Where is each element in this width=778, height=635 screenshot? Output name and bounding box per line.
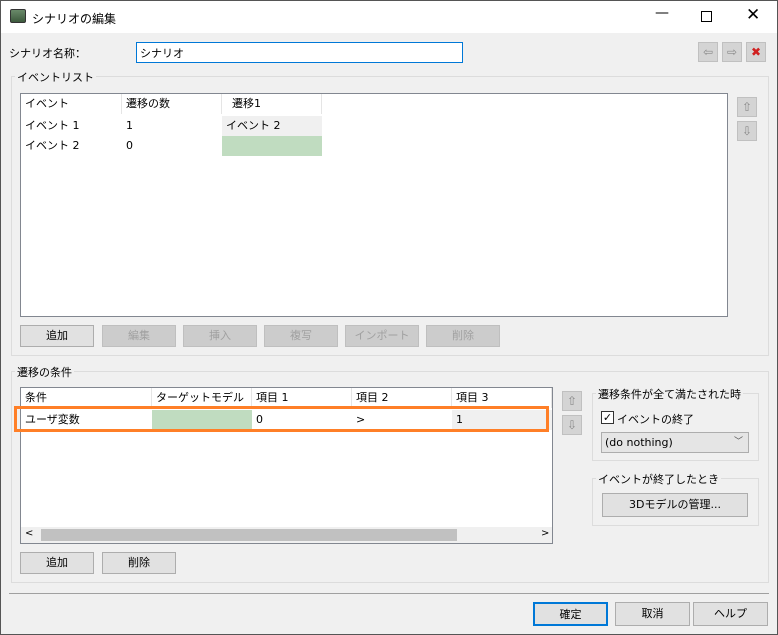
column-header[interactable]: 項目 2: [352, 388, 452, 408]
table-cell[interactable]: イベント 1: [21, 116, 122, 136]
copy-event-button[interactable]: 複写: [264, 325, 338, 347]
condition-up-button[interactable]: ⇧: [562, 391, 582, 411]
prev-arrow-button[interactable]: ⇦: [698, 42, 718, 62]
next-arrow-button[interactable]: ⇨: [722, 42, 742, 62]
column-header[interactable]: 項目 1: [252, 388, 352, 408]
column-header[interactable]: 遷移1: [222, 94, 322, 114]
scroll-right-icon[interactable]: >: [541, 528, 549, 539]
scrollbar-thumb[interactable]: [41, 529, 457, 541]
column-header[interactable]: 遷移の数: [122, 94, 222, 114]
add-condition-button[interactable]: 追加: [20, 552, 94, 574]
conditions-legend: 遷移の条件: [15, 364, 74, 380]
maximize-button[interactable]: [701, 11, 712, 22]
delete-event-button[interactable]: 削除: [426, 325, 500, 347]
action-select[interactable]: (do nothing) ﹀: [601, 432, 749, 453]
table-cell[interactable]: [222, 136, 322, 156]
column-header[interactable]: 条件: [21, 388, 152, 408]
add-event-button[interactable]: 追加: [20, 325, 94, 347]
all-met-legend: 遷移条件が全て満たされた時: [596, 386, 743, 402]
title-bar: シナリオの編集 — ✕: [1, 1, 777, 33]
event-list-legend: イベントリスト: [15, 69, 96, 85]
ok-button[interactable]: 確定: [533, 602, 608, 626]
manage-3d-models-button[interactable]: 3Dモデルの管理...: [602, 493, 748, 517]
delete-scenario-button[interactable]: ✖: [746, 42, 766, 62]
move-down-button[interactable]: ⇩: [737, 121, 757, 141]
table-cell[interactable]: イベント 2: [21, 136, 122, 156]
window-title: シナリオの編集: [32, 12, 117, 26]
select-value: (do nothing): [605, 436, 673, 449]
condition-down-button[interactable]: ⇩: [562, 415, 582, 435]
move-up-button[interactable]: ⇧: [737, 97, 757, 117]
column-header[interactable]: イベント: [21, 94, 122, 114]
delete-condition-button[interactable]: 削除: [102, 552, 176, 574]
minimize-button[interactable]: —: [655, 5, 669, 21]
table-cell[interactable]: 0: [122, 136, 222, 156]
end-event-label: イベントの終了: [617, 413, 694, 426]
end-event-checkbox[interactable]: ✓: [601, 411, 614, 424]
chevron-down-icon: ﹀: [733, 437, 743, 447]
scroll-left-icon[interactable]: <: [25, 528, 33, 539]
name-label: シナリオ名称：: [9, 47, 86, 60]
table-cell[interactable]: イベント 2: [222, 116, 322, 136]
highlighted-row-outline: [14, 406, 549, 432]
close-button[interactable]: ✕: [746, 5, 760, 25]
column-header[interactable]: ターゲットモデル: [152, 388, 252, 408]
edit-event-button[interactable]: 編集: [102, 325, 176, 347]
column-header[interactable]: 項目 3: [452, 388, 552, 408]
help-button[interactable]: ヘルプ: [693, 602, 768, 626]
table-cell[interactable]: 1: [122, 116, 222, 136]
insert-event-button[interactable]: 挿入: [183, 325, 257, 347]
event-table[interactable]: イベント 遷移の数 遷移1 イベント 1 1 イベント 2 イベント 2 0: [20, 93, 728, 317]
horizontal-scrollbar[interactable]: < >: [21, 527, 552, 543]
on-end-legend: イベントが終了したとき: [596, 471, 721, 487]
import-event-button[interactable]: インポート: [345, 325, 419, 347]
app-icon: [10, 9, 26, 23]
scenario-name-input[interactable]: [136, 42, 463, 63]
separator: [9, 593, 769, 594]
cancel-button[interactable]: 取消: [615, 602, 690, 626]
